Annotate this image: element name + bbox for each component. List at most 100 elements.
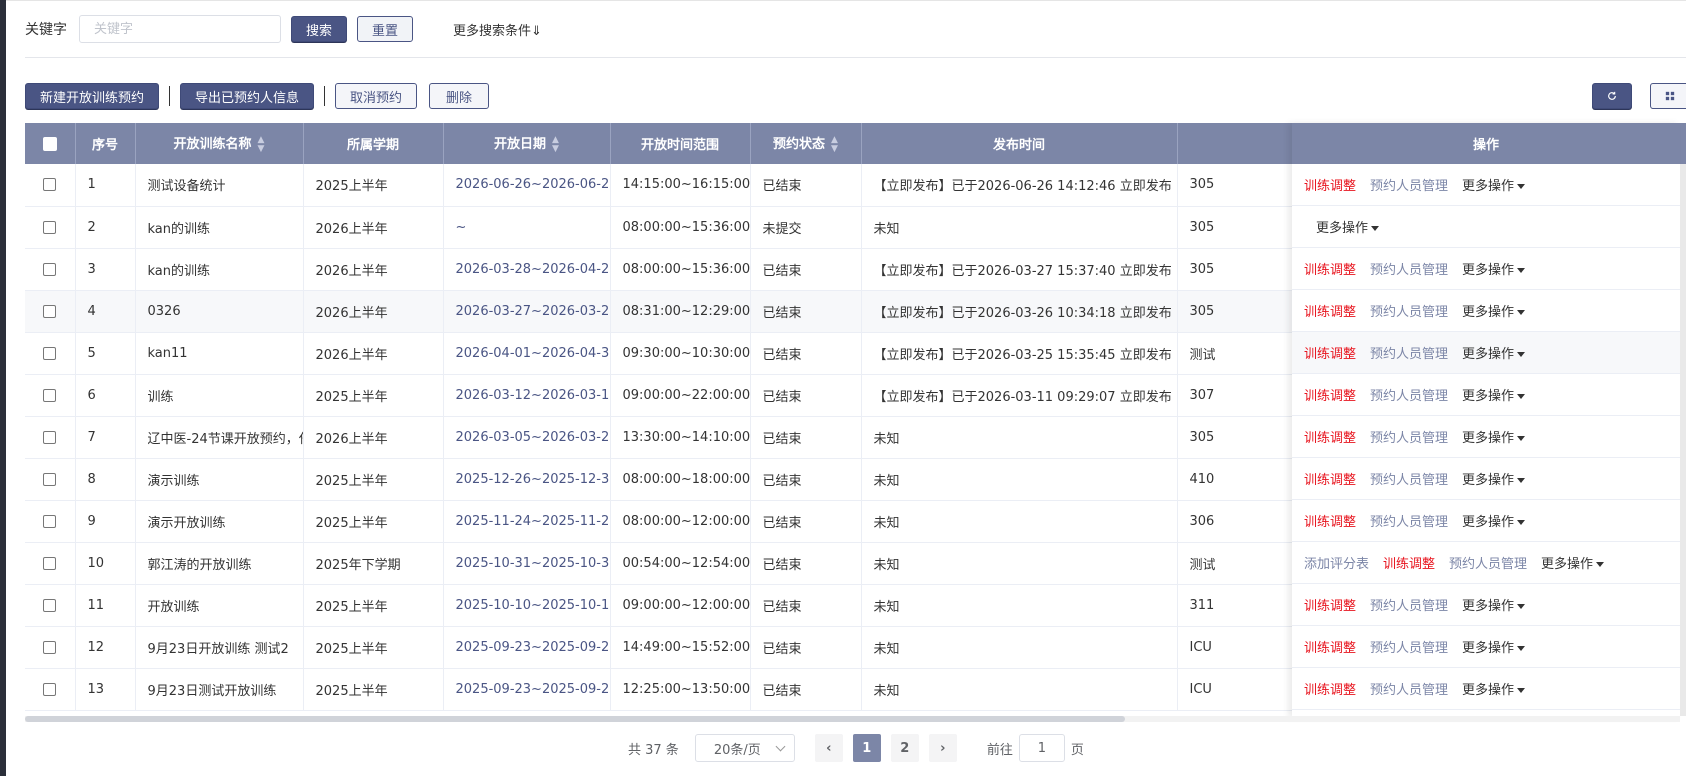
cell-no: 1 — [75, 164, 136, 207]
add-score-sheet-link[interactable]: 添加评分表 — [1304, 553, 1369, 572]
adjust-training-link[interactable]: 训练调整 — [1304, 343, 1356, 362]
adjust-training-link[interactable]: 训练调整 — [1304, 679, 1356, 698]
more-actions-dropdown[interactable]: 更多操作 — [1462, 637, 1525, 656]
more-actions-dropdown[interactable]: 更多操作 — [1541, 553, 1604, 572]
sort-icon[interactable]: ▲ ▼ — [552, 135, 559, 154]
keyword-input[interactable] — [79, 15, 281, 43]
refresh-button[interactable] — [1592, 83, 1632, 109]
manage-reservations-link[interactable]: 预约人员管理 — [1370, 637, 1448, 656]
row-select-cell[interactable] — [25, 416, 76, 459]
more-actions-dropdown[interactable]: 更多操作 — [1462, 259, 1525, 278]
goto-page-input[interactable] — [1018, 734, 1065, 762]
adjust-training-link[interactable]: 训练调整 — [1304, 595, 1356, 614]
adjust-training-link[interactable]: 训练调整 — [1304, 511, 1356, 530]
sort-icon[interactable]: ▲ ▼ — [258, 135, 265, 154]
search-button[interactable]: 搜索 — [291, 16, 348, 42]
reset-button[interactable]: 重置 — [357, 16, 414, 42]
delete-button[interactable]: 删除 — [429, 83, 490, 109]
row-select-cell[interactable] — [25, 458, 76, 501]
row-checkbox[interactable] — [43, 514, 57, 528]
header-date[interactable]: 开放日期 ▲ ▼ — [443, 123, 611, 164]
goto-suffix: 页 — [1070, 742, 1084, 758]
row-select-cell[interactable] — [25, 374, 76, 417]
horizontal-scrollbar[interactable] — [25, 716, 1680, 722]
total-count: 共 37 条 — [628, 742, 679, 758]
next-page-button[interactable]: › — [928, 734, 957, 762]
more-actions-dropdown[interactable]: 更多操作 — [1316, 217, 1379, 236]
horizontal-scrollbar-thumb[interactable] — [25, 716, 1125, 722]
row-checkbox[interactable] — [43, 430, 57, 444]
manage-reservations-link[interactable]: 预约人员管理 — [1370, 679, 1448, 698]
row-select-cell[interactable] — [25, 206, 76, 249]
adjust-training-link[interactable]: 训练调整 — [1304, 175, 1356, 194]
row-checkbox[interactable] — [43, 262, 57, 276]
top-border — [6, 0, 1686, 1]
select-all-checkbox[interactable] — [42, 136, 57, 151]
cell-time-range: 00:54:00~12:54:00,15:5 — [610, 542, 751, 585]
page-2-button[interactable]: 2 — [890, 734, 919, 762]
more-actions-dropdown[interactable]: 更多操作 — [1462, 469, 1525, 488]
column-toggle-button[interactable] — [1650, 83, 1686, 109]
vertical-scrollbar[interactable] — [1680, 164, 1686, 716]
row-checkbox[interactable] — [43, 598, 57, 612]
new-open-training-button[interactable]: 新建开放训练预约 — [25, 83, 160, 109]
manage-reservations-link[interactable]: 预约人员管理 — [1370, 175, 1448, 194]
more-actions-dropdown[interactable]: 更多操作 — [1462, 301, 1525, 320]
row-select-cell[interactable] — [25, 500, 76, 543]
row-checkbox[interactable] — [43, 556, 57, 570]
sort-icon[interactable]: ▲ ▼ — [831, 135, 838, 154]
header-status[interactable]: 预约状态 ▲ ▼ — [750, 123, 862, 164]
more-actions-dropdown[interactable]: 更多操作 — [1462, 385, 1525, 404]
row-select-cell[interactable] — [25, 584, 76, 627]
row-checkbox[interactable] — [43, 388, 57, 402]
adjust-training-link[interactable]: 训练调整 — [1304, 259, 1356, 278]
adjust-training-link[interactable]: 训练调整 — [1304, 385, 1356, 404]
cell-date: 2025-12-26~2025-12-31 — [443, 458, 611, 501]
more-actions-dropdown[interactable]: 更多操作 — [1462, 427, 1525, 446]
row-checkbox[interactable] — [43, 640, 57, 654]
row-checkbox[interactable] — [43, 472, 57, 486]
action-row: 训练调整 预约人员管理 更多操作 — [1292, 458, 1680, 500]
manage-reservations-link[interactable]: 预约人员管理 — [1370, 343, 1448, 362]
row-select-cell[interactable] — [25, 542, 76, 585]
more-actions-dropdown[interactable]: 更多操作 — [1462, 511, 1525, 530]
row-select-cell[interactable] — [25, 248, 76, 291]
page-size-select[interactable]: 20条/页 — [694, 734, 795, 762]
toolbar: 新建开放训练预约 导出已预约人信息 取消预约 删除 — [25, 83, 490, 109]
manage-reservations-link[interactable]: 预约人员管理 — [1370, 259, 1448, 278]
cancel-reservation-button[interactable]: 取消预约 — [335, 83, 418, 109]
adjust-training-link[interactable]: 训练调整 — [1304, 427, 1356, 446]
manage-reservations-link[interactable]: 预约人员管理 — [1370, 385, 1448, 404]
row-checkbox[interactable] — [43, 304, 57, 318]
manage-reservations-link[interactable]: 预约人员管理 — [1449, 553, 1527, 572]
more-actions-dropdown[interactable]: 更多操作 — [1462, 175, 1525, 194]
adjust-training-link[interactable]: 训练调整 — [1383, 553, 1435, 572]
cell-name: 演示训练 — [135, 458, 304, 501]
header-name[interactable]: 开放训练名称 ▲ ▼ — [135, 123, 304, 164]
row-select-cell[interactable] — [25, 626, 76, 669]
row-checkbox[interactable] — [43, 178, 57, 192]
adjust-training-link[interactable]: 训练调整 — [1304, 637, 1356, 656]
adjust-training-link[interactable]: 训练调整 — [1304, 301, 1356, 320]
row-checkbox[interactable] — [43, 346, 57, 360]
prev-page-button[interactable]: ‹ — [814, 734, 843, 762]
manage-reservations-link[interactable]: 预约人员管理 — [1370, 595, 1448, 614]
row-select-cell[interactable] — [25, 668, 76, 711]
manage-reservations-link[interactable]: 预约人员管理 — [1370, 427, 1448, 446]
adjust-training-link[interactable]: 训练调整 — [1304, 469, 1356, 488]
more-actions-dropdown[interactable]: 更多操作 — [1462, 343, 1525, 362]
select-all-header[interactable] — [25, 123, 76, 164]
row-select-cell[interactable] — [25, 332, 76, 375]
row-select-cell[interactable] — [25, 164, 76, 207]
row-checkbox[interactable] — [43, 220, 57, 234]
row-select-cell[interactable] — [25, 290, 76, 333]
page-1-button[interactable]: 1 — [852, 734, 881, 762]
row-checkbox[interactable] — [43, 682, 57, 696]
more-actions-dropdown[interactable]: 更多操作 — [1462, 595, 1525, 614]
export-reservations-button[interactable]: 导出已预约人信息 — [180, 83, 315, 109]
more-actions-dropdown[interactable]: 更多操作 — [1462, 679, 1525, 698]
more-search-conditions-link[interactable]: 更多搜索条件⇓ — [453, 20, 542, 39]
manage-reservations-link[interactable]: 预约人员管理 — [1370, 301, 1448, 320]
manage-reservations-link[interactable]: 预约人员管理 — [1370, 511, 1448, 530]
manage-reservations-link[interactable]: 预约人员管理 — [1370, 469, 1448, 488]
